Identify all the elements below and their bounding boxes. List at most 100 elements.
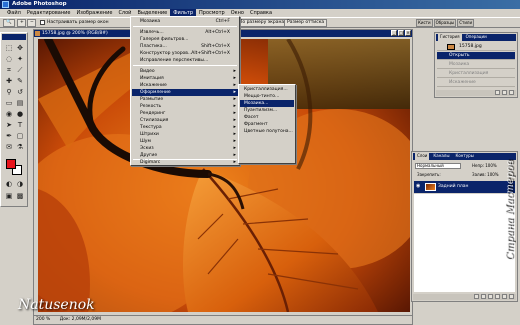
clone-stamp-icon[interactable]: ⚲ [4, 87, 14, 97]
history-step[interactable]: Искажение [437, 79, 515, 87]
author-watermark: Natusenok [18, 297, 95, 313]
standard-mode-icon[interactable]: ◑ [15, 179, 25, 189]
submenu-item[interactable]: Фасет [240, 114, 294, 121]
eye-icon[interactable]: ◉ [416, 184, 420, 189]
tab-actions[interactable]: Операции [464, 34, 489, 41]
menu-edit[interactable]: Редактирование [24, 9, 74, 17]
trash-icon[interactable] [509, 90, 514, 95]
tab-channels[interactable]: Каналы [431, 153, 451, 160]
print-size-button[interactable]: Размер оттиска [284, 19, 328, 27]
fullscreen-mode-icon[interactable]: ▩ [15, 191, 25, 201]
submenu-arrow-icon: ▸ [233, 96, 236, 102]
zoom-tool-icon[interactable]: 🔍 [3, 19, 15, 27]
healing-brush-icon[interactable]: ✚ [4, 76, 14, 86]
close-icon[interactable]: × [405, 30, 411, 36]
title-bar: Adobe Photoshop [0, 0, 520, 9]
dodge-tool-icon[interactable]: ● [15, 109, 25, 119]
submenu-item-highlighted[interactable]: Мозаика... [240, 100, 294, 107]
screen-mode-icon[interactable]: ▣ [4, 191, 14, 201]
filter-menu-item[interactable]: Рендеринг ▸ [132, 110, 238, 117]
filter-menu-item[interactable]: Эскиз ▸ [132, 145, 238, 152]
menu-help[interactable]: Справка [247, 9, 275, 17]
tab-styles[interactable]: Стили [457, 19, 475, 27]
blur-tool-icon[interactable]: ◉ [4, 109, 14, 119]
minimize-icon[interactable]: _ [391, 30, 397, 36]
tab-swatches[interactable]: Образцы [433, 19, 457, 27]
shape-tool-icon[interactable]: ▢ [15, 131, 25, 141]
filter-menu-item[interactable]: Галерея фильтров... [132, 36, 238, 43]
path-select-icon[interactable]: ➤ [4, 120, 14, 130]
filter-menu-item[interactable]: Резкость ▸ [132, 103, 238, 110]
filter-menu-item[interactable]: Пластика... Shift+Ctrl+X [132, 43, 238, 50]
fit-screen-button[interactable]: По размеру экрана [236, 19, 288, 27]
history-step-selected[interactable]: Открыть [437, 52, 515, 60]
filter-menu-item[interactable]: Стилизация ▸ [132, 117, 238, 124]
tab-layers[interactable]: Слои [415, 153, 430, 160]
eraser-tool-icon[interactable]: ▭ [4, 98, 14, 108]
filter-menu-item[interactable]: Шум ▸ [132, 138, 238, 145]
magic-wand-icon[interactable]: ✦ [15, 54, 25, 64]
menu-file[interactable]: Файл [4, 9, 24, 17]
snapshot-thumbnail [447, 44, 455, 50]
filter-menu-item[interactable]: Мозаика Ctrl+F [132, 18, 238, 25]
notes-tool-icon[interactable]: ✉ [4, 142, 14, 152]
link-icon[interactable] [474, 294, 479, 299]
lasso-tool-icon[interactable]: ◌ [4, 54, 14, 64]
maximize-icon[interactable]: □ [398, 30, 404, 36]
filter-menu: Мозаика Ctrl+F Извлечь... Alt+Ctrl+X Галер… [130, 16, 240, 166]
zoom-out-icon[interactable]: − [27, 19, 36, 27]
filter-menu-item[interactable]: Извлечь... Alt+Ctrl+X [132, 29, 238, 36]
submenu-item[interactable]: Меццо-тинто... [240, 93, 294, 100]
filter-menu-item[interactable]: Размытие ▸ [132, 96, 238, 103]
window-controls: _ □ × [391, 30, 411, 37]
foreground-color-swatch[interactable] [6, 159, 16, 169]
submenu-item[interactable]: Фрагмент [240, 121, 294, 128]
filter-menu-item-highlighted[interactable]: Оформление ▸ [132, 89, 238, 96]
history-step[interactable]: Кристаллизация [437, 70, 515, 78]
blend-mode-select[interactable]: Нормальный [415, 163, 461, 169]
new-layer-icon[interactable] [502, 294, 507, 299]
trash-icon[interactable] [509, 294, 514, 299]
submenu-arrow-icon: ▸ [233, 145, 236, 151]
tab-brushes[interactable]: Кисти [416, 19, 433, 27]
filter-menu-item[interactable]: Конструктор узоров... Alt+Shift+Ctrl+X [132, 50, 238, 57]
menu-image[interactable]: Изображение [73, 9, 115, 17]
marquee-tool-icon[interactable]: ⬚ [4, 43, 14, 53]
new-document-icon[interactable] [495, 90, 500, 95]
filter-menu-item[interactable]: Имитация ▸ [132, 75, 238, 82]
filter-menu-item[interactable]: Видео ▸ [132, 68, 238, 75]
tab-paths[interactable]: Контуры [453, 153, 475, 160]
mask-icon[interactable] [488, 294, 493, 299]
type-tool-icon[interactable]: T [15, 120, 25, 130]
history-step[interactable]: Мозаика [437, 61, 515, 69]
crop-tool-icon[interactable]: ⌗ [4, 65, 14, 75]
new-snapshot-icon[interactable] [502, 90, 507, 95]
layer-style-icon[interactable] [481, 294, 486, 299]
submenu-item[interactable]: Кристаллизация... [240, 86, 294, 93]
brush-tool-icon[interactable]: ✎ [15, 76, 25, 86]
history-brush-icon[interactable]: ↺ [15, 87, 25, 97]
folder-icon[interactable] [495, 294, 500, 299]
submenu-item[interactable]: Цветные полутона... [240, 128, 294, 135]
quick-mask-icon[interactable]: ◐ [4, 179, 14, 189]
pen-tool-icon[interactable]: ✒ [4, 131, 14, 141]
gradient-tool-icon[interactable]: ▤ [15, 98, 25, 108]
tab-history[interactable]: Гистория [438, 34, 462, 41]
filter-menu-item[interactable]: Искажение ▸ [132, 82, 238, 89]
eyedropper-icon[interactable]: ⚗ [15, 142, 25, 152]
filter-menu-item[interactable]: Штрихи ▸ [132, 131, 238, 138]
zoom-in-icon[interactable]: + [17, 19, 26, 27]
filter-menu-item[interactable]: Digimarc ▸ [132, 159, 238, 166]
filter-menu-item[interactable]: Исправление перспективы... [132, 57, 238, 64]
move-tool-icon[interactable]: ✥ [15, 43, 25, 53]
resize-windows-checkbox[interactable] [40, 20, 45, 25]
filter-menu-item[interactable]: Текстура ▸ [132, 124, 238, 131]
zoom-level[interactable]: 200 % [36, 317, 50, 322]
submenu-item[interactable]: Пуантилизм... [240, 107, 294, 114]
filter-menu-item[interactable]: Другие ▸ [132, 152, 238, 159]
background-layer-row[interactable]: ◉ Задний план [414, 181, 515, 193]
history-snapshot[interactable]: 15758.jpg [437, 43, 515, 51]
slice-tool-icon[interactable]: ⟋ [15, 65, 25, 75]
submenu-arrow-icon: ▸ [233, 110, 236, 116]
submenu-arrow-icon: ▸ [233, 117, 236, 123]
